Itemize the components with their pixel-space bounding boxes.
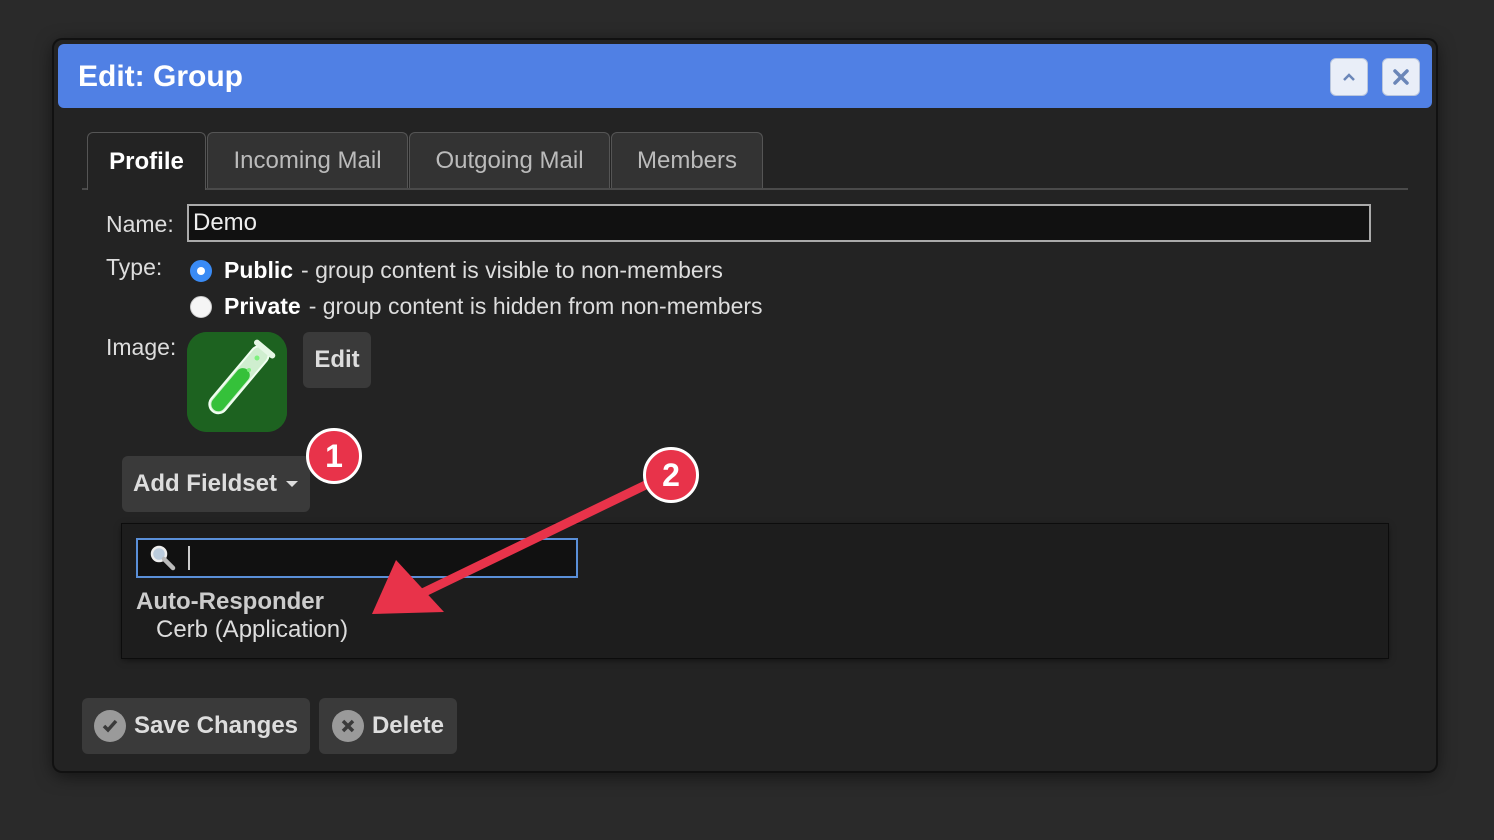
close-button[interactable] — [1382, 58, 1420, 96]
menu-item-cerb-application[interactable]: Cerb (Application) — [156, 616, 348, 644]
dialog-title: Edit: Group — [78, 60, 243, 93]
private-radio[interactable] — [190, 295, 212, 318]
test-tube-icon — [187, 332, 287, 432]
add-fieldset-button[interactable]: Add Fieldset — [122, 456, 310, 512]
public-radio[interactable] — [190, 259, 212, 282]
annotation-badge-1: 1 — [306, 428, 362, 484]
edit-group-dialog: Edit: Group Profile Incoming Mail Outgoi… — [54, 40, 1436, 771]
type-option-public[interactable]: Public - group content is visible to non… — [190, 257, 723, 284]
public-desc: - group content is visible to non-member… — [301, 257, 723, 283]
caret-down-icon — [286, 481, 298, 487]
delete-x-icon — [331, 710, 364, 742]
type-label: Type: — [106, 254, 163, 280]
checkmark-icon — [93, 710, 126, 742]
fieldset-dropdown-menu: Auto-Responder Cerb (Application) — [122, 524, 1388, 658]
name-input[interactable]: Demo — [187, 204, 1371, 242]
image-label: Image: — [106, 334, 177, 360]
tab-outgoing-mail[interactable]: Outgoing Mail — [409, 132, 610, 188]
image-edit-button[interactable]: Edit — [303, 332, 371, 388]
dialog-titlebar[interactable]: Edit: Group — [58, 44, 1432, 108]
name-label: Name: — [106, 211, 174, 237]
delete-label: Delete — [371, 712, 445, 739]
close-icon — [1393, 69, 1409, 85]
text-cursor — [188, 546, 190, 570]
private-desc: - group content is hidden from non-membe… — [308, 293, 763, 319]
save-changes-label: Save Changes — [133, 712, 299, 739]
group-image — [187, 332, 287, 432]
tab-bar: Profile Incoming Mail Outgoing Mail Memb… — [82, 132, 1408, 190]
delete-button[interactable]: Delete — [319, 698, 457, 754]
public-title: Public — [224, 257, 294, 283]
type-option-private[interactable]: Private - group content is hidden from n… — [190, 293, 763, 320]
save-changes-button[interactable]: Save Changes — [82, 698, 310, 754]
magnifier-icon — [150, 545, 176, 571]
tab-members[interactable]: Members — [611, 132, 763, 188]
tab-incoming-mail[interactable]: Incoming Mail — [207, 132, 408, 188]
chevron-up-icon — [1343, 73, 1355, 81]
annotation-badge-2: 2 — [643, 447, 699, 503]
fieldset-search-input[interactable] — [136, 538, 578, 578]
tab-profile[interactable]: Profile — [87, 132, 206, 190]
add-fieldset-label: Add Fieldset — [132, 470, 277, 497]
menu-group-heading: Auto-Responder — [136, 588, 324, 615]
private-title: Private — [224, 293, 301, 319]
collapse-button[interactable] — [1330, 58, 1368, 96]
